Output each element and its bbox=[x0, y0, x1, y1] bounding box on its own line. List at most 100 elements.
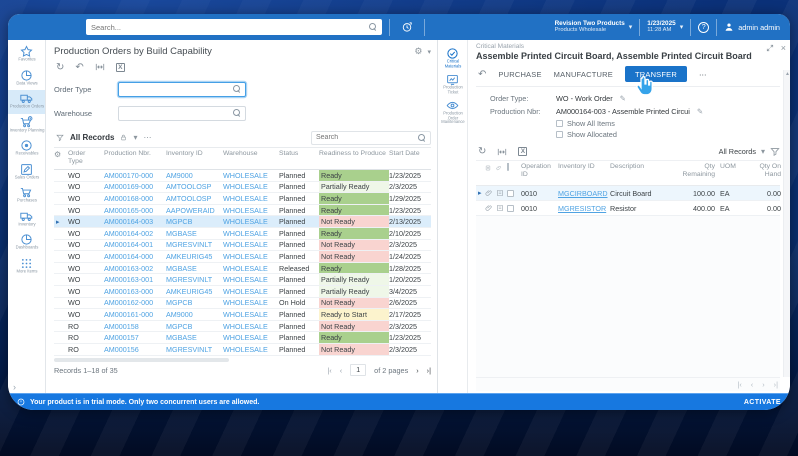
inventory-id-link[interactable]: MGBASE bbox=[166, 332, 223, 343]
user-menu[interactable]: admin admin bbox=[724, 22, 780, 32]
activate-button[interactable]: ACTIVATE bbox=[744, 399, 781, 406]
production-order-row[interactable]: WO AM000163-000 AMKEURIG45 WHOLESALE Planned… bbox=[54, 285, 431, 298]
pager-last-icon[interactable]: ›| bbox=[774, 380, 778, 389]
lookup-search-icon[interactable] bbox=[233, 85, 241, 93]
production-order-row[interactable]: RO AM000156 MGRESVINLT WHOLESALE Planned Not … bbox=[54, 343, 431, 356]
side-panel-tab-critical-materials[interactable]: Critical Materials bbox=[438, 47, 467, 73]
sidebar-item-receivables[interactable]: Receivables bbox=[8, 137, 45, 161]
scroll-up-icon[interactable]: ▲ bbox=[785, 71, 790, 77]
production-nbr-link[interactable]: AM000162-000 bbox=[104, 298, 166, 309]
production-nbr-link[interactable]: AM000170-000 bbox=[104, 170, 166, 181]
checkbox-icon[interactable] bbox=[556, 131, 563, 138]
tenant-chevron-icon[interactable]: ▾ bbox=[629, 23, 633, 31]
production-nbr-link[interactable]: AM000164-002 bbox=[104, 228, 166, 239]
production-order-row[interactable]: WO AM000170-000 AM9000 WHOLESALE Planned Read… bbox=[54, 170, 431, 182]
sidebar-item-production-orders[interactable]: Production Orders bbox=[8, 90, 45, 114]
col-warehouse[interactable]: Warehouse bbox=[223, 150, 279, 169]
more-actions-icon[interactable]: ⋯ bbox=[699, 70, 707, 79]
inventory-id-link[interactable]: AMTOOLOSP bbox=[166, 193, 223, 204]
pager-first-icon[interactable]: |‹ bbox=[327, 366, 331, 375]
sidebar-item-inventory[interactable]: Inventory bbox=[8, 208, 45, 232]
warehouse-link[interactable]: WHOLESALE bbox=[223, 205, 279, 216]
inventory-id-link[interactable]: AMKEURIG45 bbox=[166, 286, 223, 297]
production-nbr-link[interactable]: AM000168-000 bbox=[104, 193, 166, 204]
global-search-input[interactable] bbox=[91, 22, 369, 32]
inventory-id-link[interactable]: MGRESVINLT bbox=[166, 240, 223, 251]
production-nbr-link[interactable]: AM000164-003 bbox=[104, 216, 166, 227]
inventory-id-link[interactable]: MGCIRBOARD bbox=[558, 189, 610, 198]
business-date-icon[interactable] bbox=[397, 19, 417, 36]
col-inventory-id[interactable]: Inventory ID bbox=[558, 163, 610, 185]
inventory-id-link[interactable]: MGRESISTOR bbox=[558, 204, 610, 213]
col-readiness[interactable]: Readiness to Produce bbox=[319, 150, 389, 169]
pager-last-icon[interactable]: ›| bbox=[427, 366, 431, 375]
edit-pencil-icon[interactable]: ✎ bbox=[620, 94, 626, 103]
warehouse-link[interactable]: WHOLESALE bbox=[223, 309, 279, 320]
warehouse-link[interactable]: WHOLESALE bbox=[223, 170, 279, 181]
production-order-row[interactable]: WO AM000164-001 MGRESVINLT WHOLESALE Planned… bbox=[54, 239, 431, 252]
pager-first-icon[interactable]: |‹ bbox=[737, 380, 741, 389]
refresh-icon[interactable]: ↻ bbox=[478, 146, 486, 157]
business-date-selector[interactable]: 1/23/2025 11:28 AM bbox=[647, 20, 675, 34]
order-type-value[interactable]: WO - Work Order bbox=[556, 94, 613, 103]
refresh-icon[interactable]: ↻ bbox=[56, 62, 64, 73]
note-icon[interactable] bbox=[496, 189, 505, 198]
production-nbr-link[interactable]: AM000161-000 bbox=[104, 309, 166, 320]
inventory-id-link[interactable]: MGPCB bbox=[166, 216, 223, 227]
sidebar-item-inventory-planning[interactable]: Inventory Planning bbox=[8, 114, 45, 138]
sidebar-item-dashboards[interactable]: Dashboards bbox=[8, 231, 45, 255]
checkbox-icon[interactable] bbox=[556, 120, 563, 127]
note-icon[interactable] bbox=[496, 204, 505, 213]
production-nbr-link[interactable]: AM000163-002 bbox=[104, 263, 166, 274]
material-row[interactable]: ▸ 0010 MGCIRBOARD Circuit Board 100.00 EA 0.00 bbox=[476, 186, 781, 201]
production-order-row[interactable]: WO AM000162-000 MGPCB WHOLESALE On Hold Not R… bbox=[54, 297, 431, 310]
col-start-date[interactable]: Start Date bbox=[389, 150, 430, 169]
help-icon[interactable]: ? bbox=[698, 21, 710, 33]
side-panel-tab-production-ticket[interactable]: Production Ticket bbox=[438, 73, 467, 99]
filter-chevron-icon[interactable]: ▾ bbox=[133, 133, 137, 142]
cancel-icon[interactable]: ↶ bbox=[75, 62, 83, 73]
warehouse-link[interactable]: WHOLESALE bbox=[223, 263, 279, 274]
filter-funnel-icon[interactable] bbox=[770, 147, 780, 157]
order-type-lookup[interactable] bbox=[118, 81, 246, 97]
warehouse-lookup[interactable] bbox=[118, 105, 246, 121]
select-all-checkbox[interactable] bbox=[507, 163, 509, 171]
production-order-row[interactable]: WO AM000164-000 AMKEURIG45 WHOLESALE Planned… bbox=[54, 251, 431, 263]
col-description[interactable]: Description bbox=[610, 163, 676, 185]
warehouse-link[interactable]: WHOLESALE bbox=[223, 240, 279, 251]
production-nbr-link[interactable]: AM000157 bbox=[104, 332, 166, 343]
inventory-id-link[interactable]: AMKEURIG45 bbox=[166, 251, 223, 262]
col-operation-id[interactable]: Operation ID bbox=[521, 163, 558, 185]
sidebar-item-favorites[interactable]: Favorites bbox=[8, 43, 45, 67]
warehouse-link[interactable]: WHOLESALE bbox=[223, 182, 279, 193]
production-order-row[interactable]: WO AM000163-001 MGRESVINLT WHOLESALE Planned… bbox=[54, 274, 431, 286]
filter-tab-all-records[interactable]: All Records bbox=[70, 133, 114, 142]
pager-next-icon[interactable]: › bbox=[416, 366, 418, 375]
production-order-row[interactable]: RO AM000157 MGBASE WHOLESALE Planned Ready 1/2… bbox=[54, 332, 431, 344]
inventory-id-link[interactable]: AMTOOLOSP bbox=[166, 182, 223, 193]
column-settings-gear-icon[interactable]: ⚙ bbox=[54, 150, 68, 169]
export-excel-icon[interactable]: X bbox=[115, 62, 125, 72]
close-side-panel-icon[interactable]: × bbox=[781, 43, 786, 53]
sidebar-expand-button[interactable]: › bbox=[13, 382, 16, 392]
panel-settings-gear-icon[interactable]: ⚙ bbox=[414, 46, 422, 57]
production-order-row[interactable]: WO AM000164-002 MGBASE WHOLESALE Planned Read… bbox=[54, 227, 431, 240]
production-nbr-link[interactable]: AM000165-000 bbox=[104, 205, 166, 216]
purchase-button[interactable]: PURCHASE bbox=[498, 70, 541, 79]
production-order-row[interactable]: WO AM000168-000 AMTOOLOSP WHOLESALE Planned R… bbox=[54, 193, 431, 205]
production-nbr-value[interactable]: AM000164-003 - Assemble Printed Circui bbox=[556, 107, 690, 116]
global-search[interactable] bbox=[86, 19, 382, 35]
col-production-nbr[interactable]: Production Nbr. bbox=[104, 150, 166, 169]
warehouse-link[interactable]: WHOLESALE bbox=[223, 228, 279, 239]
vertical-scrollbar[interactable]: ▲ bbox=[783, 70, 790, 377]
col-uom[interactable]: UOM bbox=[720, 163, 742, 185]
date-chevron-icon[interactable]: ▾ bbox=[680, 23, 684, 31]
production-nbr-link[interactable]: AM000164-000 bbox=[104, 251, 166, 262]
expand-side-panel-icon[interactable] bbox=[766, 44, 774, 52]
production-order-row[interactable]: RO AM000158 MGPCB WHOLESALE Planned Not Ready… bbox=[54, 320, 431, 333]
production-nbr-link[interactable]: AM000163-001 bbox=[104, 274, 166, 285]
production-nbr-link[interactable]: AM000156 bbox=[104, 344, 166, 355]
panel-settings-chevron-icon[interactable]: ▾ bbox=[427, 48, 431, 56]
records-filter-dropdown[interactable]: All Records ▾ bbox=[719, 147, 780, 157]
material-row[interactable]: 0010 MGRESISTOR Resistor 400.00 EA 0.00 bbox=[476, 201, 781, 216]
